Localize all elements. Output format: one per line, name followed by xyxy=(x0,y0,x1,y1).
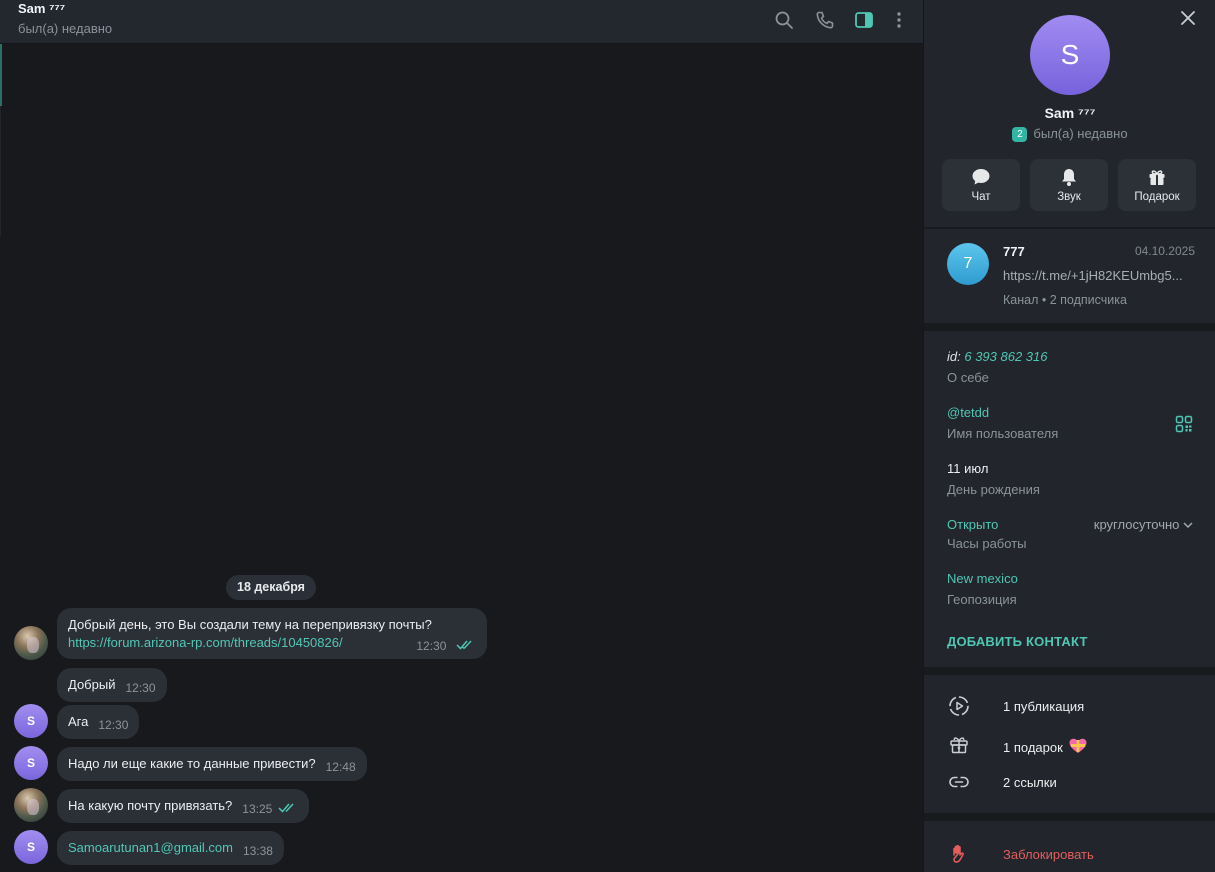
business-hours-status[interactable]: Открыто xyxy=(947,517,998,532)
panel-divider xyxy=(924,813,1215,821)
gift-button[interactable]: Подарок xyxy=(1118,159,1196,211)
location[interactable]: New mexico xyxy=(947,571,1018,586)
sam-avatar[interactable]: S xyxy=(14,704,48,738)
sound-button[interactable]: Звук xyxy=(1030,159,1108,211)
block-hand-icon xyxy=(948,843,970,865)
panel-divider xyxy=(924,227,1215,229)
message-text: На какую почту привязать? xyxy=(68,798,233,813)
about-label: О себе xyxy=(947,370,989,385)
message-time: 12:30 xyxy=(416,639,447,653)
message-bubble[interactable]: На какую почту привязать? 13:25 xyxy=(57,789,310,823)
message-bubble[interactable]: Samoarutunan1@gmail.com 13:38 xyxy=(57,831,284,865)
phone-icon[interactable] xyxy=(813,8,837,32)
message-text: Надо ли еще какие то данные привести? xyxy=(68,756,316,771)
username[interactable]: @tetdd xyxy=(947,405,989,420)
link-icon xyxy=(948,771,970,793)
channel-date: 04.10.2025 xyxy=(1134,244,1195,258)
channel-meta: Канал • 2 подписчика xyxy=(1003,293,1127,307)
channel-avatar: 7 xyxy=(947,243,989,285)
chat-title[interactable]: Sam ⁷⁷⁷ xyxy=(18,1,65,16)
add-contact-button[interactable]: ДОБАВИТЬ КОНТАКТ xyxy=(947,634,1088,649)
channel-name: 777 xyxy=(1003,244,1025,259)
chat-header: Sam ⁷⁷⁷ был(а) недавно xyxy=(0,0,923,44)
channel-link: https://t.me/+1jH82KEUmbg5... xyxy=(1003,268,1183,283)
user-id[interactable]: id: 6 393 862 316 xyxy=(947,349,1048,364)
gift-icon xyxy=(1147,167,1167,187)
message-time: 13:25 xyxy=(242,802,273,816)
chat-button-label: Чат xyxy=(971,191,991,203)
panel-divider xyxy=(924,667,1215,675)
chat-status: был(а) недавно xyxy=(18,21,113,36)
qr-code-icon[interactable] xyxy=(1175,415,1193,438)
sidebar-toggle-icon[interactable] xyxy=(852,8,876,32)
message-time: 12:30 xyxy=(125,681,156,695)
chevron-down-icon xyxy=(1183,517,1193,532)
sam-avatar[interactable]: S xyxy=(14,830,48,864)
message-text: Добрый xyxy=(68,677,116,692)
business-hours-text: круглосуточно xyxy=(1093,517,1180,532)
date-divider: 18 декабря xyxy=(226,575,316,600)
message-time: 12:48 xyxy=(325,760,356,774)
user-id-value: 6 393 862 316 xyxy=(964,349,1048,364)
gift-button-label: Подарок xyxy=(1134,191,1180,203)
chat-icon xyxy=(971,167,991,187)
more-vertical-icon[interactable] xyxy=(887,8,911,32)
heart-gift-icon xyxy=(1068,737,1088,758)
message-text: Добрый день, это Вы создали тему на пере… xyxy=(68,617,432,632)
message-link[interactable]: https://forum.arizona-rp.com/threads/104… xyxy=(68,635,343,650)
message-bubble[interactable]: Добрый день, это Вы создали тему на пере… xyxy=(57,608,487,659)
gifts-row-text: 1 подарок xyxy=(1003,740,1063,755)
search-icon[interactable] xyxy=(772,8,796,32)
double-check-icon xyxy=(456,638,476,656)
links-row[interactable]: 2 ссылки xyxy=(1003,775,1057,790)
sam-avatar[interactable]: S xyxy=(14,746,48,780)
user-id-prefix: id: xyxy=(947,349,961,364)
bell-icon xyxy=(1059,167,1079,187)
username-label: Имя пользователя xyxy=(947,426,1059,441)
profile-status-text: был(а) недавно xyxy=(1033,126,1128,141)
business-hours-value[interactable]: круглосуточно xyxy=(1094,517,1193,532)
message-bubble[interactable]: Ага 12:30 xyxy=(57,705,140,739)
close-icon[interactable] xyxy=(1179,9,1197,27)
profile-name: Sam ⁷⁷⁷ xyxy=(1044,105,1096,121)
chat-accent-line xyxy=(0,44,2,106)
business-hours-label: Часы работы xyxy=(947,536,1027,551)
profile-panel: S Sam ⁷⁷⁷ 2 был(а) недавно Чат Звук Подар… xyxy=(923,0,1215,872)
message-bubble[interactable]: Надо ли еще какие то данные привести? 12:… xyxy=(57,747,367,781)
gift-icon xyxy=(948,733,970,755)
birthday: 11 июл xyxy=(947,461,989,476)
sound-button-label: Звук xyxy=(1057,191,1081,203)
my-avatar[interactable] xyxy=(14,788,48,822)
birthday-label: День рождения xyxy=(947,482,1040,497)
my-avatar[interactable] xyxy=(14,626,48,660)
chat-area: Sam ⁷⁷⁷ был(а) недавно 18 декабря Добрый… xyxy=(0,0,923,872)
message-email-link[interactable]: Samoarutunan1@gmail.com xyxy=(68,840,233,855)
publications-row[interactable]: 1 публикация xyxy=(1003,699,1084,714)
profile-status: 2 был(а) недавно xyxy=(924,126,1215,142)
gifts-row[interactable]: 1 подарок xyxy=(1003,737,1088,758)
profile-avatar[interactable]: S xyxy=(1030,15,1110,95)
stories-icon xyxy=(948,695,970,717)
message-time: 13:38 xyxy=(242,844,273,858)
panel-divider xyxy=(924,323,1215,331)
message-bubble[interactable]: Добрый 12:30 xyxy=(57,668,167,702)
message-time: 12:30 xyxy=(98,718,129,732)
chat-button[interactable]: Чат xyxy=(942,159,1020,211)
location-label: Геопозиция xyxy=(947,592,1017,607)
block-button[interactable]: Заблокировать xyxy=(1003,847,1094,862)
message-text: Ага xyxy=(68,714,89,729)
status-badge: 2 xyxy=(1012,127,1028,142)
telegram-window: Sam ⁷⁷⁷ был(а) недавно 18 декабря Добрый… xyxy=(0,0,1215,872)
chat-side-line xyxy=(0,106,1,236)
double-check-icon xyxy=(278,801,298,819)
